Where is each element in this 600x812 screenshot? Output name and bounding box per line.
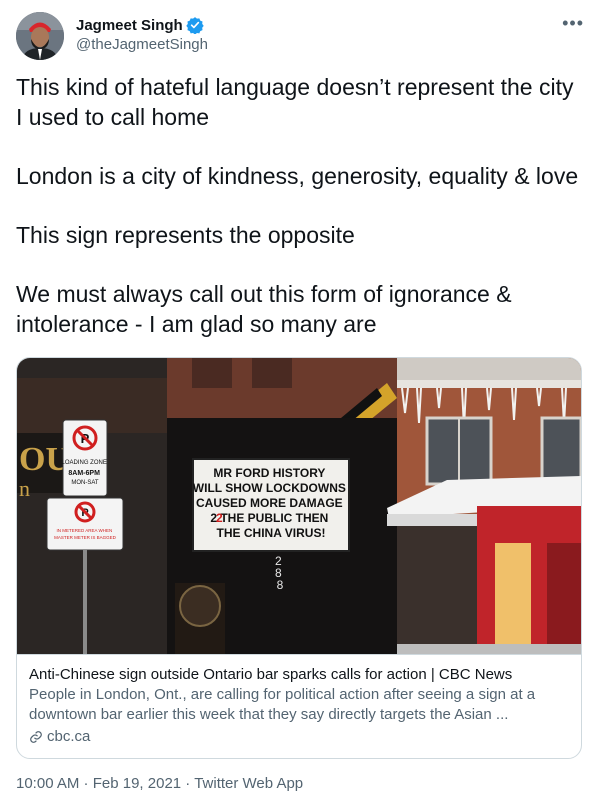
tweet-paragraph: We must always call out this form of ign…	[16, 281, 512, 337]
card-domain[interactable]: cbc.ca	[29, 727, 569, 747]
parking-sign-text: LOADING ZONE	[61, 460, 106, 466]
tweet-header: Jagmeet Singh @theJagmeetSingh •••	[16, 12, 584, 60]
address-digit: 8	[277, 578, 284, 592]
tweet-source[interactable]: Twitter Web App	[194, 775, 303, 792]
sign-line: WILL SHOW LOCKDOWNS	[193, 481, 346, 495]
sign-line: 2 THE PUBLIC THEN	[210, 511, 328, 525]
tweet-paragraph: This kind of hateful language doesn’t re…	[16, 74, 574, 130]
store-letter-small: n	[19, 476, 30, 501]
verified-badge-icon	[186, 16, 204, 35]
name-row: Jagmeet Singh	[76, 16, 204, 35]
profile-photo	[16, 12, 64, 60]
tweet-text: This kind of hateful language doesn’t re…	[16, 72, 586, 339]
tweet-meta: 10:00 AM · Feb 19, 2021 · Twitter Web Ap…	[16, 775, 303, 792]
sign-line: THE CHINA VIRUS!	[217, 526, 326, 540]
card-title[interactable]: Anti-Chinese sign outside Ontario bar sp…	[29, 665, 569, 685]
card-body[interactable]: Anti-Chinese sign outside Ontario bar sp…	[17, 654, 581, 758]
card-image[interactable]: OU n MR FORD HISTORY WILL SHOW LOCKDOWNS…	[17, 358, 581, 654]
display-name[interactable]: Jagmeet Singh	[76, 17, 183, 34]
parking-sign-text: 8AM-6PM	[68, 470, 100, 477]
sign-line: CAUSED MORE DAMAGE	[196, 496, 343, 510]
link-icon	[29, 730, 43, 744]
handle[interactable]: @theJagmeetSingh	[76, 36, 208, 53]
meter-sign-text: IN METERED AREA WHEN	[56, 528, 112, 533]
meter-sign-text: MASTER METER IS BAGGED	[54, 535, 117, 540]
more-options-icon[interactable]: •••	[562, 14, 584, 32]
sign-line: MR FORD HISTORY	[213, 466, 325, 480]
tweet-date[interactable]: Feb 19, 2021	[93, 775, 181, 792]
link-card[interactable]: OU n MR FORD HISTORY WILL SHOW LOCKDOWNS…	[16, 357, 582, 759]
tweet-paragraph: London is a city of kindness, generosity…	[16, 163, 579, 189]
avatar[interactable]	[16, 12, 64, 60]
tweet-paragraph: This sign represents the opposite	[16, 222, 355, 248]
meta-separator: ·	[79, 775, 93, 792]
sign-red-char: 2	[216, 511, 223, 525]
card-description: People in London, Ont., are calling for …	[29, 686, 536, 723]
meta-separator: ·	[181, 775, 195, 792]
parking-sign-text: MON-SAT	[71, 480, 99, 486]
tweet-time[interactable]: 10:00 AM	[16, 775, 79, 792]
card-domain-text: cbc.ca	[47, 728, 91, 745]
